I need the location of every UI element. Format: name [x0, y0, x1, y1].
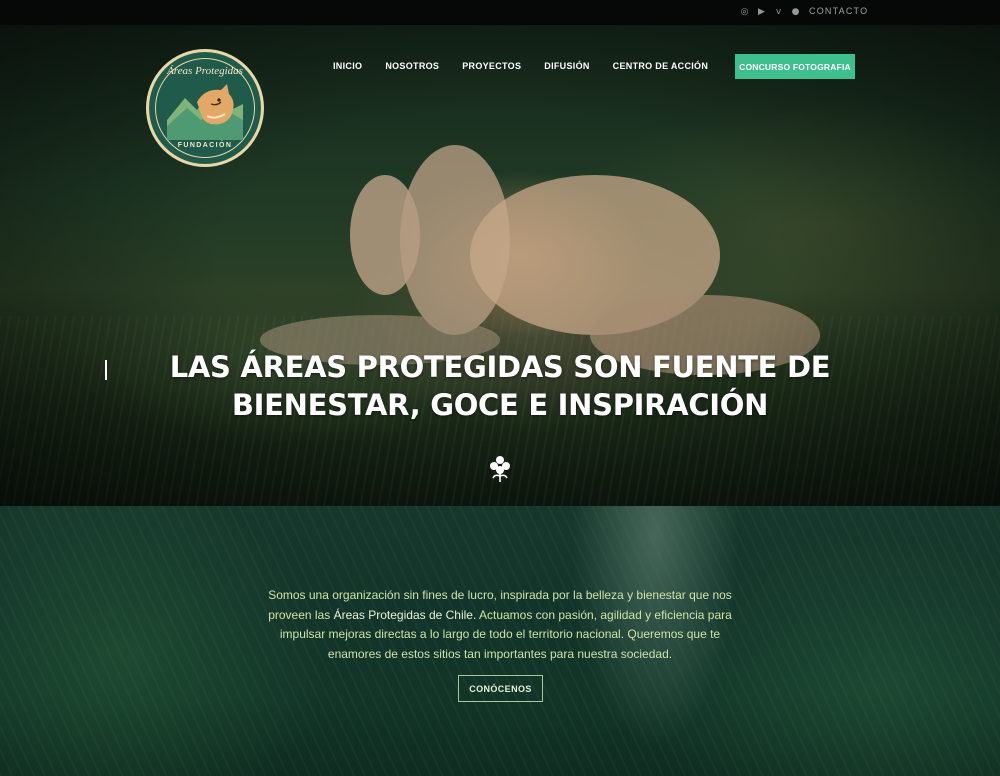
nav-item-difusion[interactable]: DIFUSIÓN — [544, 61, 589, 71]
logo-bottom-text: FUNDACIÓN — [177, 142, 233, 149]
logo-top-text: Áreas Protegidas — [167, 65, 243, 77]
hero-title: LAS ÁREAS PROTEGIDAS SON FUENTE DE BIENE… — [150, 348, 850, 424]
hero-title-line1: LAS ÁREAS PROTEGIDAS SON FUENTE DE — [169, 350, 831, 384]
top-bar: ◎ ▶ v ● CONTACTO — [0, 0, 1000, 25]
hero-title-line2: BIENESTAR, GOCE E INSPIRACIÓN — [231, 388, 769, 422]
youtube-icon[interactable]: ▶ — [756, 7, 767, 18]
contact-link[interactable]: CONTACTO — [809, 6, 868, 16]
spotify-icon[interactable]: ● — [790, 7, 801, 18]
nav-item-inicio[interactable]: INICIO — [333, 61, 362, 71]
slider-indicator — [105, 360, 107, 380]
social-links: ◎ ▶ v ● — [739, 7, 801, 18]
nav-item-proyectos[interactable]: PROYECTOS — [462, 61, 521, 71]
conocenos-button[interactable]: CONÓCENOS — [458, 675, 543, 702]
puma-logo-icon — [167, 84, 243, 140]
fundacion-logo[interactable]: Áreas Protegidas FUNDACIÓN — [146, 49, 264, 167]
instagram-icon[interactable]: ◎ — [739, 7, 750, 18]
nav-item-centro-de-accion[interactable]: CENTRO DE ACCIÓN — [613, 61, 708, 71]
about-text: Somos una organización sin fines de lucr… — [260, 586, 740, 664]
concurso-fotografia-button[interactable]: CONCURSO FOTOGRAFIA — [735, 54, 855, 79]
about-text-highlight: Áreas Protegidas de Chile. — [333, 607, 477, 622]
nav-item-nosotros[interactable]: NOSOTROS — [385, 61, 439, 71]
about-section: Somos una organización sin fines de lucr… — [0, 506, 1000, 776]
vimeo-icon[interactable]: v — [773, 7, 784, 18]
main-nav: INICIO NOSOTROS PROYECTOS DIFUSIÓN CENTR… — [333, 61, 731, 71]
flower-emblem-icon[interactable] — [486, 452, 514, 484]
